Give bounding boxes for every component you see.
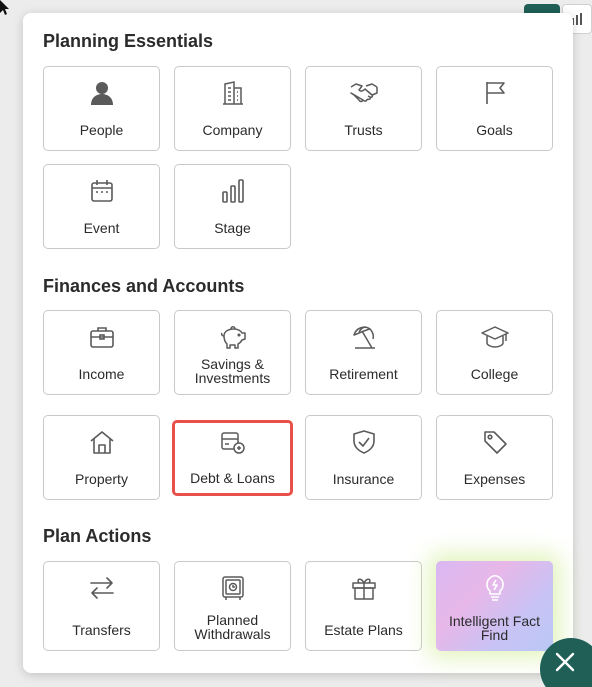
tile-event[interactable]: Event — [43, 164, 160, 249]
briefcase-icon — [89, 323, 115, 351]
safe-icon — [220, 574, 246, 602]
house-icon — [89, 428, 115, 456]
gift-icon — [351, 574, 377, 602]
tile-label: Event — [83, 220, 120, 236]
tile-savings-investments[interactable]: Savings & Investments — [174, 310, 291, 395]
tile-insurance[interactable]: Insurance — [305, 415, 422, 500]
piggy-bank-icon — [219, 323, 247, 351]
tile-label: Goals — [476, 122, 513, 138]
tile-label: Trusts — [344, 122, 383, 138]
tile-property[interactable]: Property — [43, 415, 160, 500]
tile-label: Property — [75, 471, 128, 487]
section-title-plan-actions: Plan Actions — [43, 526, 152, 546]
person-icon — [89, 79, 115, 107]
tile-trusts[interactable]: Trusts — [305, 66, 422, 151]
tile-label: Retirement — [329, 366, 398, 382]
tile-people[interactable]: People — [43, 66, 160, 151]
calendar-icon — [89, 177, 115, 205]
lightbulb-icon — [482, 573, 508, 601]
beach-umbrella-icon — [351, 323, 377, 351]
price-tag-icon — [482, 428, 508, 456]
shield-check-icon — [351, 428, 377, 456]
flag-icon — [482, 79, 508, 107]
tile-label: Company — [202, 122, 263, 138]
tile-goals[interactable]: Goals — [436, 66, 553, 151]
section-title-finances-and-accounts: Finances and Accounts — [43, 276, 245, 296]
tile-label: Transfers — [72, 622, 131, 638]
tile-label: Intelligent Fact Find — [448, 613, 541, 643]
tile-debt-loans[interactable]: Debt & Loans — [172, 420, 293, 496]
tile-retirement[interactable]: Retirement — [305, 310, 422, 395]
close-icon — [555, 652, 575, 672]
tile-transfers[interactable]: Transfers — [43, 561, 160, 651]
tile-expenses[interactable]: Expenses — [436, 415, 553, 500]
tile-label: Stage — [214, 220, 251, 236]
section-title-planning-essentials: Planning Essentials — [43, 31, 214, 51]
tile-label: Savings & Investments — [194, 356, 271, 386]
handshake-icon — [349, 79, 378, 107]
tile-college[interactable]: College — [436, 310, 553, 395]
tile-intelligent-fact-find[interactable]: Intelligent Fact Find — [436, 561, 553, 651]
bar-chart-icon — [220, 177, 246, 205]
tile-label: Income — [78, 366, 125, 382]
tile-label: College — [470, 366, 519, 382]
tile-planned-withdrawals[interactable]: Planned Withdrawals — [174, 561, 291, 651]
tile-label: Insurance — [332, 471, 395, 487]
tile-estate-plans[interactable]: Estate Plans — [305, 561, 422, 651]
tile-company[interactable]: Company — [174, 66, 291, 151]
tile-label: Estate Plans — [324, 622, 403, 638]
add-item-menu: Planning Essentials People Company Trust… — [23, 13, 573, 673]
mouse-cursor-icon — [0, 0, 9, 15]
tile-label: Planned Withdrawals — [194, 612, 271, 642]
tile-label: People — [79, 122, 124, 138]
tile-stage[interactable]: Stage — [174, 164, 291, 249]
transfer-arrows-icon — [88, 574, 116, 602]
building-icon — [220, 79, 246, 107]
graduation-cap-icon — [480, 323, 509, 351]
debt-card-icon — [220, 429, 246, 457]
tile-label: Debt & Loans — [190, 470, 275, 486]
tile-income[interactable]: Income — [43, 310, 160, 395]
tile-label: Expenses — [463, 471, 526, 487]
